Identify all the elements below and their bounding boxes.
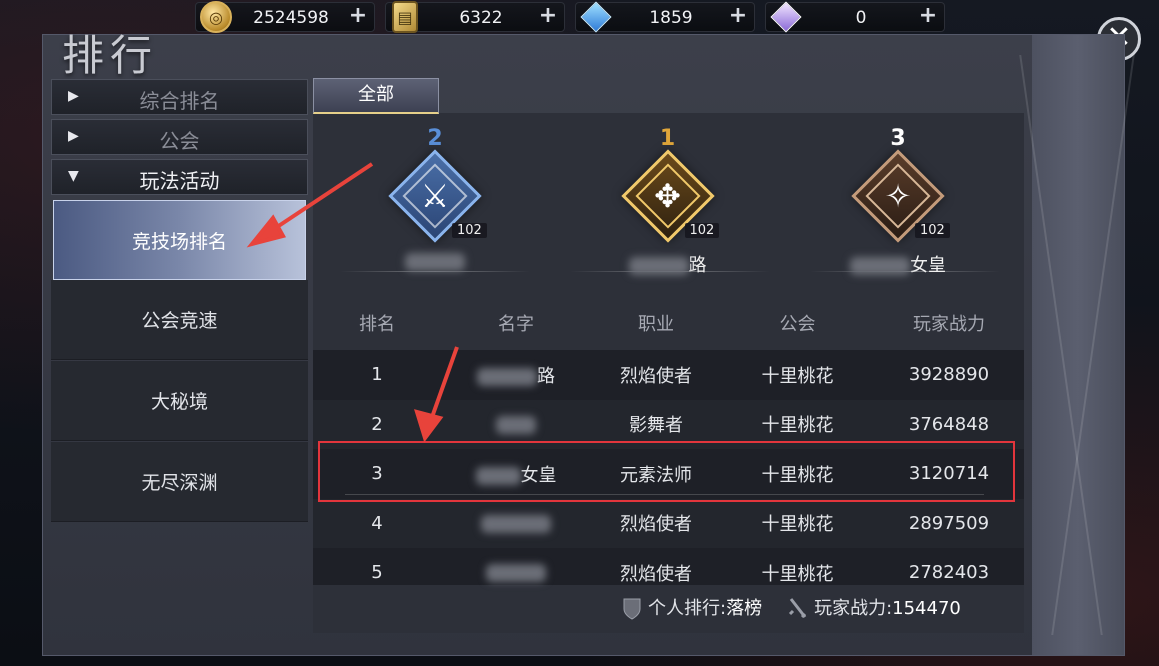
table-header: 排名 名字 职业 公会 玩家战力 (313, 310, 1024, 344)
cell-power: 2782403 (908, 562, 990, 584)
crystal-counter: 1859 + (575, 1, 755, 33)
category-label: 综合排名 (139, 89, 220, 113)
cell-rank: 1 (371, 364, 383, 386)
cell-rank: 4 (371, 512, 383, 534)
header-rank: 排名 (359, 314, 395, 335)
class-emblem-icon: ⚔ 102 (388, 149, 487, 243)
cell-guild: 十里桃花 (761, 365, 834, 387)
cell-power: 3764848 (908, 413, 990, 435)
activity-sub-list: 竞技场排名 公会竞速 大秘境 无尽深渊 (51, 198, 308, 628)
cell-power: 3928890 (908, 364, 990, 386)
purple-crystal-counter: 0 + (765, 1, 945, 33)
sub-item-guild-race[interactable]: 公会竞速 (51, 280, 308, 360)
ticket-value: 6322 (459, 8, 503, 28)
locked-crystal-icon (580, 1, 612, 33)
cell-class: 烈焰使者 (620, 563, 692, 585)
cell-name (441, 562, 591, 583)
podium-second[interactable]: 2 ⚔ 102 (380, 126, 490, 272)
sub-item-mythic-dungeon[interactable]: 大秘境 (51, 361, 308, 441)
resource-bar: ◎ 2524598 + ▤ 6322 + 1859 + 0 + (195, 0, 945, 34)
cell-guild: 十里桃花 (761, 415, 834, 437)
podium-third[interactable]: 3 ✧ 102 女皇 (842, 126, 954, 277)
gold-value: 2524598 (253, 8, 329, 28)
sword-icon (789, 598, 807, 619)
table-row[interactable]: 4 烈焰使者 十里桃花 2897509 (313, 498, 1024, 548)
crystal-value: 1859 (649, 8, 693, 28)
header-guild: 公会 (779, 314, 816, 335)
header-class: 职业 (638, 314, 674, 335)
class-emblem-icon: ✥ 102 (620, 149, 720, 243)
cell-class: 影舞者 (629, 415, 683, 437)
level-badge: 102 (915, 223, 950, 238)
cell-class: 烈焰使者 (620, 365, 692, 387)
sub-item-label: 大秘境 (150, 391, 208, 413)
table-row[interactable]: 5 烈焰使者 十里桃花 2782403 (313, 548, 1024, 598)
tab-all[interactable]: 全部 (313, 78, 439, 114)
sub-item-label: 公会竞速 (141, 310, 218, 332)
podium-rank: 1 (659, 126, 676, 151)
ticket-counter: ▤ 6322 + (385, 1, 565, 33)
add-ticket-button[interactable]: + (538, 5, 558, 27)
cell-class: 烈焰使者 (620, 514, 692, 536)
player-power: 玩家战力:154470 (788, 594, 961, 621)
ticket-icon: ▤ (392, 1, 418, 33)
header-power: 玩家战力 (913, 314, 985, 335)
level-badge: 102 (452, 223, 487, 238)
add-crystal-button[interactable]: + (728, 5, 748, 27)
purple-crystal-icon (770, 1, 802, 33)
podium-name: 路 (610, 251, 725, 277)
sub-item-label: 无尽深渊 (141, 472, 218, 494)
add-gold-button[interactable]: + (348, 5, 368, 27)
class-emblem-icon: ✧ 102 (851, 149, 950, 243)
highlight-box (318, 441, 1015, 502)
table-row[interactable]: 1 路 烈焰使者 十里桃花 3928890 (313, 350, 1024, 400)
sub-item-endless-abyss[interactable]: 无尽深渊 (51, 442, 308, 522)
podium-rank: 2 (427, 126, 443, 151)
cell-guild: 十里桃花 (761, 563, 834, 585)
cell-name: 路 (441, 362, 591, 388)
cell-power: 2897509 (908, 512, 990, 534)
footer-stats: 个人排行:落榜 玩家战力:154470 (622, 594, 961, 621)
purple-crystal-value: 0 (855, 8, 867, 28)
category-label: 玩法活动 (139, 169, 220, 193)
sub-item-label: 竞技场排名 (131, 230, 227, 253)
header-name: 名字 (498, 314, 534, 335)
podium-rank: 3 (890, 126, 906, 151)
cell-guild: 十里桃花 (761, 514, 834, 536)
gold-coin-icon: ◎ (200, 1, 232, 33)
category-guild[interactable]: ▶ 公会 (51, 119, 308, 155)
add-purple-crystal-button[interactable]: + (918, 5, 938, 27)
personal-rank: 个人排行:落榜 (622, 594, 762, 621)
category-overall[interactable]: ▶ 综合排名 (51, 79, 308, 115)
shield-icon (623, 598, 641, 620)
podium-name: 女皇 (842, 251, 954, 277)
panel-decoration (1032, 35, 1124, 655)
podium-name (380, 251, 490, 272)
sub-item-arena[interactable]: 竞技场排名 (53, 200, 306, 280)
category-activities[interactable]: ▼ 玩法活动 (51, 159, 308, 195)
cell-rank: 5 (371, 562, 383, 584)
page-title: 排行 (62, 31, 159, 80)
cell-name (441, 513, 591, 534)
podium-first[interactable]: 1 ✥ 102 路 (610, 126, 725, 277)
cell-name (441, 414, 591, 435)
level-badge: 102 (684, 223, 720, 238)
category-label: 公会 (159, 129, 200, 153)
gold-counter: ◎ 2524598 + (195, 1, 375, 33)
cell-rank: 2 (371, 413, 383, 435)
